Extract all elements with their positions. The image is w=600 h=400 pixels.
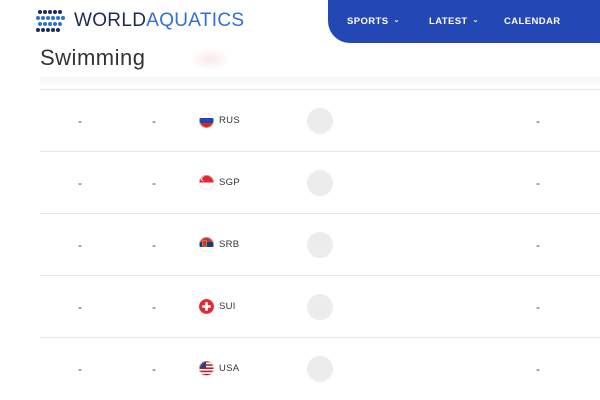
flag-russia-icon (199, 113, 214, 128)
site-header: WORLDAQUATICS SPORTS ⌄ LATEST ⌄ CALENDAR (0, 0, 600, 43)
country-code: SUI (219, 301, 236, 312)
logo-waves-icon (36, 10, 65, 32)
table-cell: - (78, 300, 82, 314)
placeholder-circle (307, 108, 333, 134)
faded-decoration (190, 48, 230, 70)
page-title: Swimming (40, 45, 146, 70)
nav-latest[interactable]: LATEST ⌄ (429, 16, 479, 27)
country-code: SGP (219, 177, 240, 188)
flag-switzerland-icon (199, 299, 214, 314)
brand-name-aquatics: AQUATICS (146, 10, 245, 31)
main-nav: SPORTS ⌄ LATEST ⌄ CALENDAR (328, 0, 600, 43)
table-top-divider (40, 77, 600, 89)
brand-name-world: WORLD (74, 10, 147, 31)
table-cell: - (152, 238, 156, 252)
table-cell: - (152, 300, 156, 314)
table-row: - - SGP - (40, 151, 600, 214)
placeholder-circle (307, 232, 333, 258)
table-cell: - (152, 114, 156, 128)
nav-sports[interactable]: SPORTS ⌄ (347, 16, 400, 27)
table-cell: - (536, 300, 540, 314)
placeholder-circle (307, 356, 333, 382)
table-cell: - (78, 176, 82, 190)
table-cell: - (536, 114, 540, 128)
table-row: - - RUS - (40, 89, 600, 152)
chevron-down-icon: ⌄ (393, 16, 400, 24)
brand-name: WORLDAQUATICS (74, 10, 244, 32)
table-cell: - (78, 362, 82, 376)
country-code: SRB (219, 239, 240, 250)
table-cell: - (78, 114, 82, 128)
table-cell: - (78, 238, 82, 252)
table-row: - - SRB - (40, 213, 600, 276)
placeholder-circle (307, 170, 333, 196)
nav-latest-label: LATEST (429, 16, 468, 27)
flag-serbia-icon (199, 237, 214, 252)
nav-calendar-label: CALENDAR (504, 16, 561, 27)
world-aquatics-logo[interactable]: WORLDAQUATICS (36, 6, 266, 36)
placeholder-circle (307, 294, 333, 320)
table-row: - - SUI - (40, 275, 600, 338)
nav-sports-label: SPORTS (347, 16, 389, 27)
country-code: RUS (219, 115, 240, 126)
country-code: USA (219, 363, 240, 374)
table-cell: - (152, 176, 156, 190)
table-cell: - (152, 362, 156, 376)
flag-usa-icon (199, 361, 214, 376)
nav-calendar[interactable]: CALENDAR (504, 16, 561, 27)
flag-singapore-icon (199, 175, 214, 190)
table-cell: - (536, 362, 540, 376)
chevron-down-icon: ⌄ (472, 16, 479, 24)
table-row: - - USA - (40, 337, 600, 400)
table-cell: - (536, 176, 540, 190)
table-cell: - (536, 238, 540, 252)
